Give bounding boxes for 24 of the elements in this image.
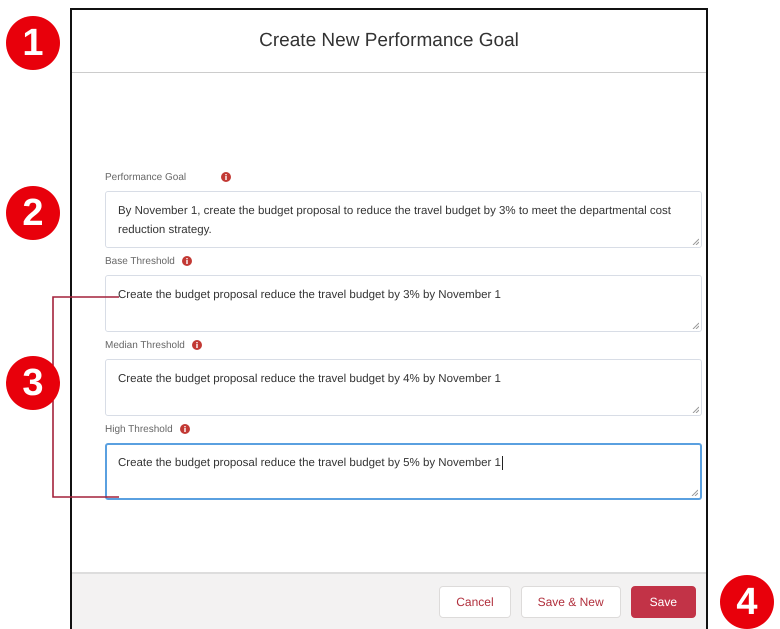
info-icon[interactable] — [182, 256, 192, 266]
field-label: Median Threshold — [105, 340, 185, 350]
step-number-badge: 1 — [6, 16, 60, 70]
dialog-button[interactable]: Save & New — [520, 586, 621, 618]
field-label: High Threshold — [105, 424, 173, 434]
dialog-button[interactable]: Save — [630, 586, 696, 618]
step-number-badge: 4 — [720, 575, 774, 629]
resize-handle-icon[interactable] — [692, 406, 699, 413]
field-label: Performance Goal — [105, 172, 186, 182]
input-field[interactable]: Create the budget proposal reduce the travel budget by 4% by November 1 — [105, 359, 702, 416]
input-field[interactable]: By November 1, create the budget proposal to reduce the travel budget by 3% to meet the departmental cost reduction strategy. — [105, 191, 702, 248]
step-number-badge: 3 — [6, 356, 60, 410]
resize-handle-icon[interactable] — [692, 238, 699, 245]
info-icon[interactable] — [221, 172, 232, 182]
step-number-badge: 2 — [6, 186, 60, 240]
info-icon[interactable] — [192, 340, 202, 350]
resize-handle-icon[interactable] — [692, 322, 699, 329]
dialog-button[interactable]: Cancel — [439, 586, 511, 618]
field-label: Base Threshold — [105, 256, 175, 266]
info-icon[interactable] — [180, 424, 190, 434]
input-field[interactable]: Create the budget proposal reduce the travel budget by 3% by November 1 — [105, 275, 702, 332]
input-field[interactable]: Create the budget proposal reduce the travel budget by 5% by November 1 — [105, 443, 702, 500]
resize-handle-icon[interactable] — [691, 489, 698, 496]
dialog-title: Create New Performance Goal — [259, 30, 519, 52]
